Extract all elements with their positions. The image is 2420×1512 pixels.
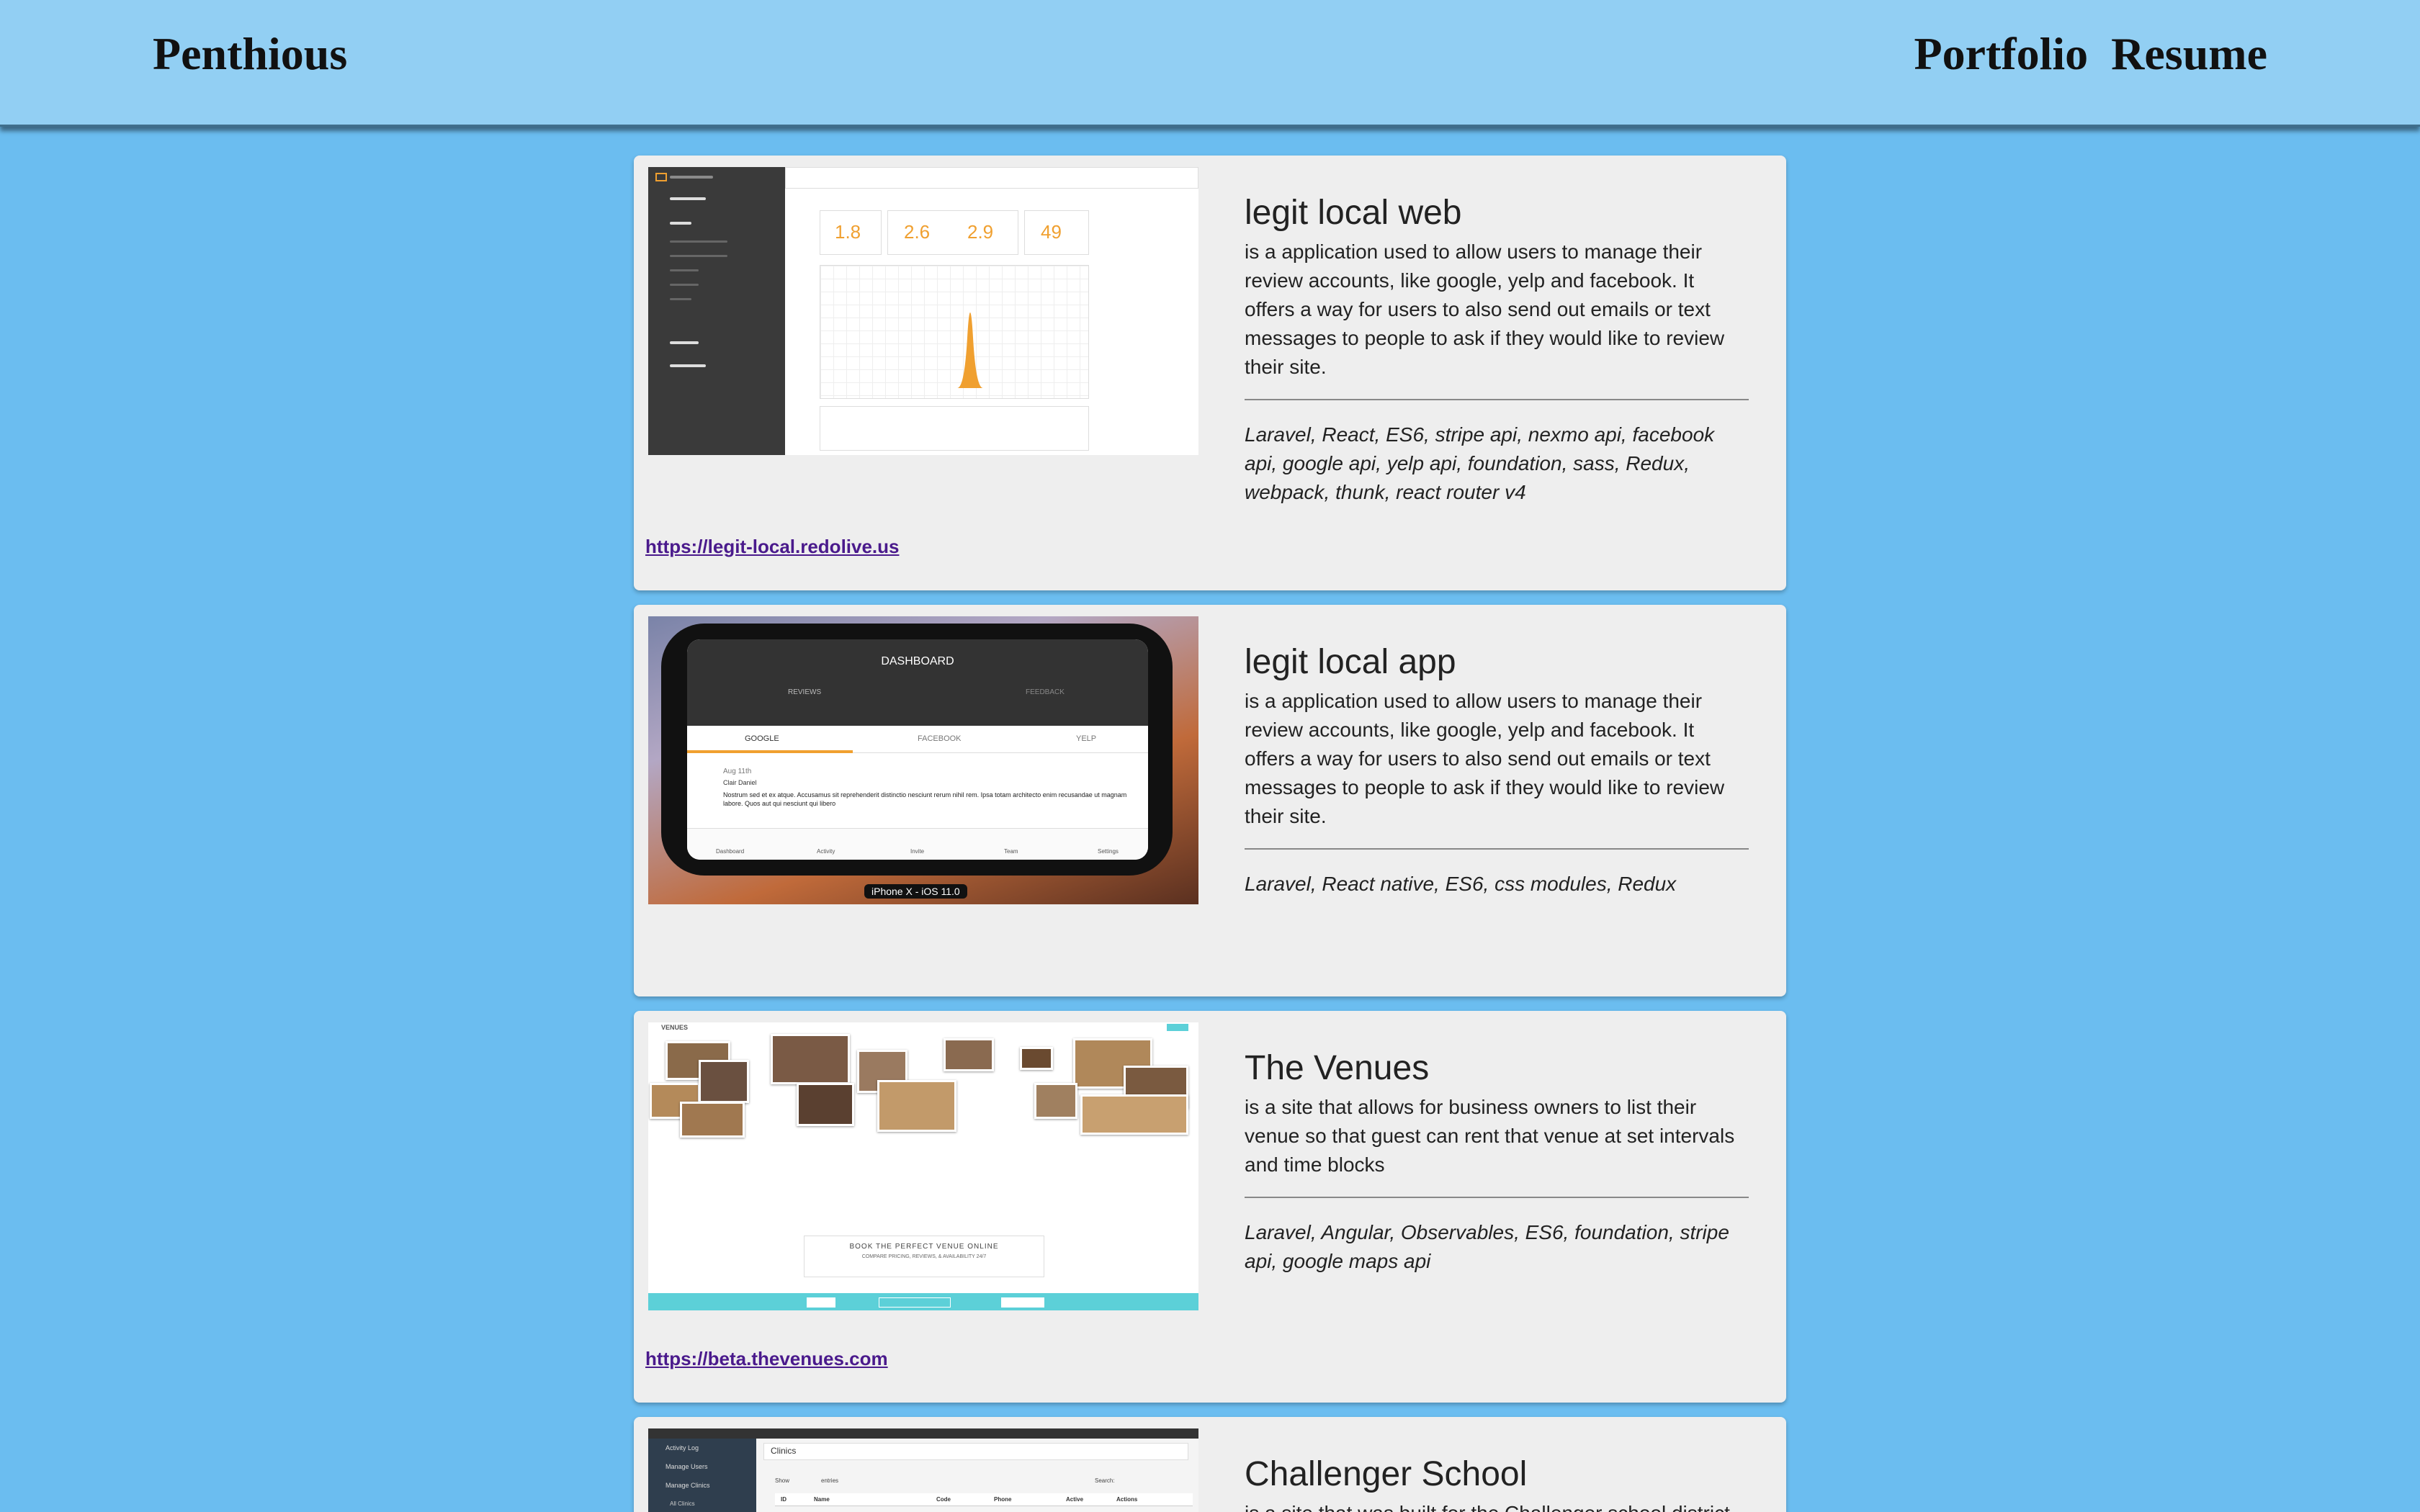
project-card: 1.8 2.6 2.9 49 legit local web is a appl… [634,156,1786,590]
project-info: legit local app is a application used to… [1245,641,1749,899]
site-header: Penthious Portfolio Resume [0,0,2420,127]
project-title: legit local web [1245,194,1462,232]
project-title: Challenger School [1245,1455,1528,1493]
project-title: legit local app [1245,643,1456,681]
project-info: legit local web is a application used to… [1245,192,1749,507]
nav-portfolio-link[interactable]: Portfolio [1914,27,2088,81]
project-screenshot: Activity Log Manage Users Manage Clinics… [648,1428,1198,1512]
screenshot-sidebar [648,167,785,455]
nav-resume-link[interactable]: Resume [2111,27,2267,81]
project-description: is a application used to allow users to … [1245,690,1725,827]
brand-logo[interactable]: Penthious [153,27,347,81]
project-title: The Venues [1245,1049,1430,1087]
project-description: is a site that allows for business owner… [1245,1096,1735,1176]
project-description: is a application used to allow users to … [1245,240,1725,378]
phone-mockup: DASHBOARD REVIEWS FEEDBACK GOOGLE FACEBO… [661,624,1173,876]
main-nav: Portfolio Resume [1914,27,2267,81]
project-screenshot: VENUES BOOK THE PERFECT VENUE ONLINE COM… [648,1022,1198,1310]
project-card: DASHBOARD REVIEWS FEEDBACK GOOGLE FACEBO… [634,605,1786,996]
project-screenshot: DASHBOARD REVIEWS FEEDBACK GOOGLE FACEBO… [648,616,1198,904]
project-info: The Venues is a site that allows for bus… [1245,1047,1749,1276]
project-tech-stack: Laravel, React, ES6, stripe api, nexmo a… [1245,423,1715,503]
project-info: Challenger School is a site that was bui… [1245,1453,1749,1512]
project-screenshot: 1.8 2.6 2.9 49 [648,167,1198,455]
divider [1245,399,1749,400]
divider [1245,1197,1749,1198]
project-tech-stack: Laravel, Angular, Observables, ES6, foun… [1245,1221,1729,1272]
project-link[interactable]: https://legit-local.redolive.us [645,536,900,558]
project-link[interactable]: https://beta.thevenues.com [645,1348,888,1370]
project-description: is a site that was built for the Challen… [1245,1499,1749,1512]
project-tech-stack: Laravel, React native, ES6, css modules,… [1245,873,1677,895]
project-card: VENUES BOOK THE PERFECT VENUE ONLINE COM… [634,1011,1786,1403]
project-card: Activity Log Manage Users Manage Clinics… [634,1417,1786,1512]
divider [1245,848,1749,850]
